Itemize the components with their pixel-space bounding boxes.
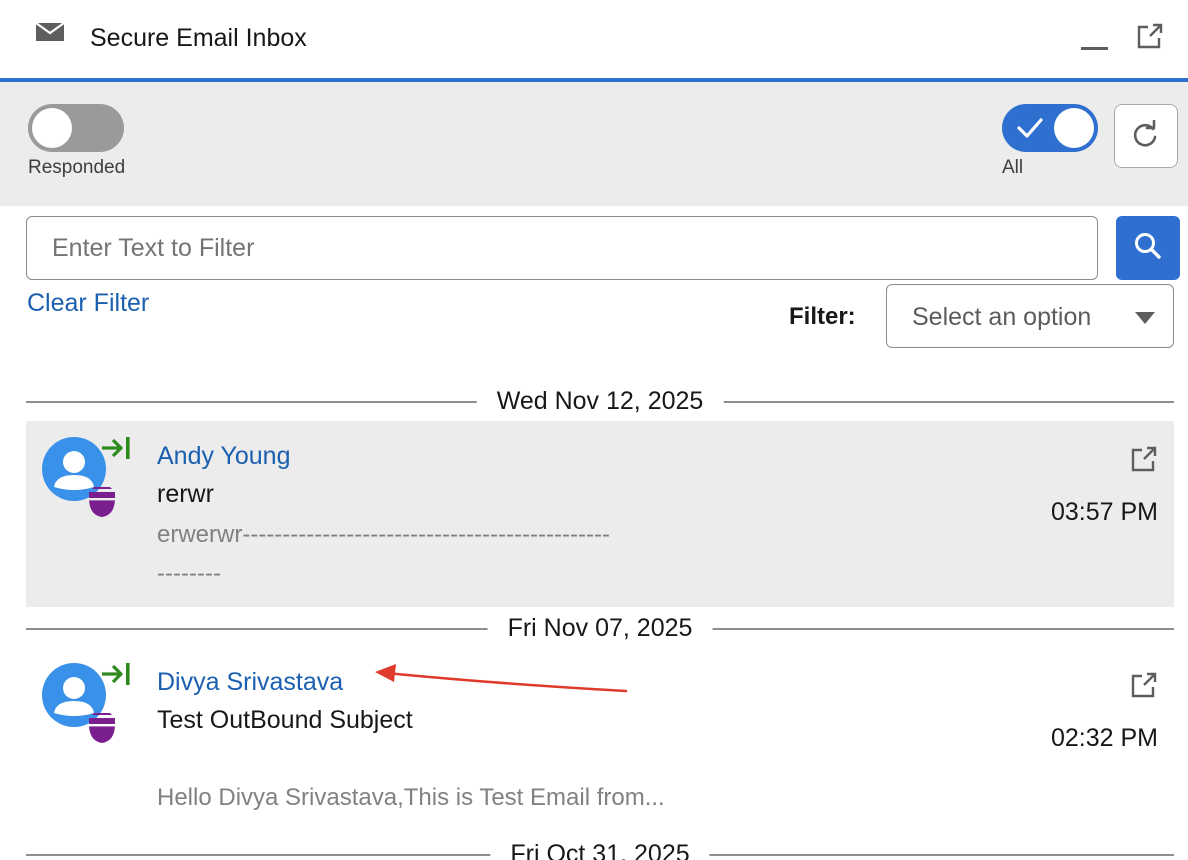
all-toggle[interactable] (1002, 104, 1098, 152)
email-subject: rerwr (157, 480, 214, 508)
sender-name-link[interactable]: Divya Srivastava (157, 668, 343, 697)
refresh-button[interactable] (1114, 104, 1178, 168)
chevron-down-icon (1134, 311, 1156, 330)
secure-badge-icon (86, 485, 118, 524)
email-list-item[interactable]: Divya Srivastava Test OutBound Subject H… (26, 647, 1174, 829)
window-title: Secure Email Inbox (90, 24, 307, 52)
date-label: Fri Nov 07, 2025 (487, 613, 713, 643)
all-label: All (1002, 157, 1024, 178)
popout-icon[interactable] (1136, 22, 1164, 55)
filter-select-value: Select an option (912, 303, 1092, 331)
date-divider: Fri Nov 07, 2025 (26, 613, 1174, 643)
check-icon (1016, 116, 1044, 145)
date-divider: Fri Oct 31, 2025 (26, 839, 1174, 860)
secure-badge-icon (86, 711, 118, 750)
email-time: 03:57 PM (1050, 498, 1158, 526)
toggle-knob (1054, 108, 1094, 148)
email-time: 02:32 PM (1050, 724, 1158, 752)
email-list-item[interactable]: Andy Young rerwr erwerwr----------------… (26, 421, 1174, 607)
refresh-icon (1132, 119, 1160, 153)
sender-name-link[interactable]: Andy Young (157, 442, 290, 471)
date-label: Wed Nov 12, 2025 (476, 386, 724, 416)
toggle-knob (32, 108, 72, 148)
responded-label: Responded (28, 157, 126, 178)
open-email-icon[interactable] (1130, 671, 1158, 704)
filter-text-input[interactable] (26, 216, 1098, 280)
filter-label: Filter: (789, 303, 856, 330)
toolbar: Responded All (0, 82, 1188, 206)
email-preview: Hello Divya Srivastava,This is Test Emai… (157, 784, 665, 811)
mail-icon (34, 20, 66, 49)
email-subject: Test OutBound Subject (157, 706, 413, 734)
date-divider: Wed Nov 12, 2025 (26, 386, 1174, 416)
search-icon (1133, 231, 1163, 266)
outbound-arrow-icon (100, 661, 132, 692)
search-button[interactable] (1116, 216, 1180, 280)
filter-select[interactable]: Select an option (886, 284, 1174, 348)
date-label: Fri Oct 31, 2025 (490, 839, 710, 860)
email-preview: erwerwr---------------------------------… (157, 521, 610, 587)
window-header: Secure Email Inbox (0, 0, 1188, 80)
clear-filter-link[interactable]: Clear Filter (27, 289, 149, 318)
open-email-icon[interactable] (1130, 445, 1158, 478)
outbound-arrow-icon (100, 435, 132, 466)
minimize-icon[interactable] (1081, 32, 1109, 57)
responded-toggle[interactable] (28, 104, 124, 152)
